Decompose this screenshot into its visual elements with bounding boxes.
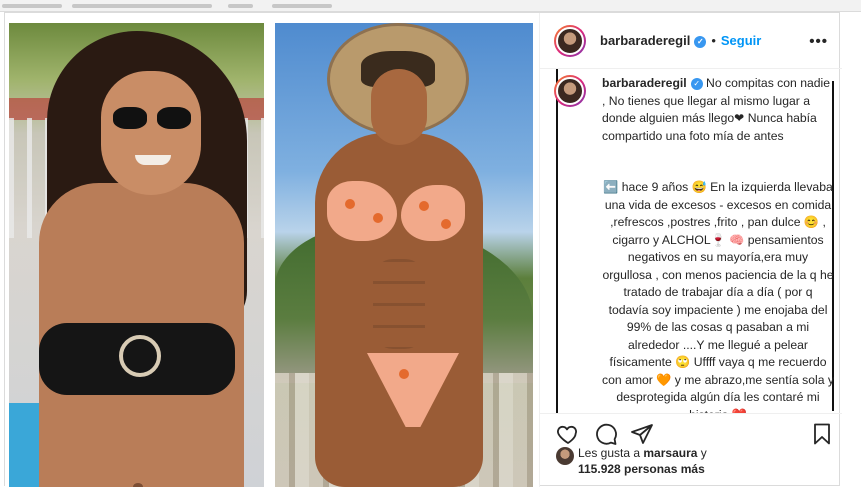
caption-paragraph-2: ⬅️ hace 9 años 😅 En la izquierda llevaba… (602, 180, 834, 413)
comments-area[interactable]: barbaraderegil ✓ No compitas con nadie , … (540, 69, 842, 413)
username[interactable]: barbaraderegil ✓ (600, 33, 707, 48)
comment-icon[interactable] (594, 422, 618, 446)
follow-button[interactable]: Seguir (721, 33, 761, 48)
after-photo (275, 23, 533, 487)
instagram-post: barbaraderegil ✓ • Seguir ••• barbaradere… (4, 12, 842, 487)
avatar[interactable] (556, 447, 574, 465)
liker-username[interactable]: marsaura (643, 446, 697, 460)
verified-badge-icon: ✓ (690, 78, 703, 90)
separator-dot: • (711, 33, 716, 48)
more-options-icon[interactable]: ••• (809, 33, 828, 50)
browser-top-strip (0, 0, 861, 12)
likes-count[interactable]: 115.928 personas más (578, 462, 705, 476)
likes-text[interactable]: Les gusta a marsaura y 115.928 personas … (578, 445, 828, 477)
before-photo (9, 23, 264, 487)
caption-text: barbaraderegil ✓ No compitas con nadie , … (602, 75, 834, 413)
post-header: barbaraderegil ✓ • Seguir ••• (540, 13, 842, 69)
post-media[interactable] (5, 13, 539, 487)
selection-edge-left (556, 69, 558, 413)
avatar[interactable] (554, 75, 586, 107)
post-side-panel: barbaraderegil ✓ • Seguir ••• barbaradere… (539, 13, 842, 487)
bookmark-icon[interactable] (810, 422, 834, 446)
avatar[interactable] (554, 24, 586, 57)
caption-username[interactable]: barbaraderegil (602, 76, 687, 90)
paper-plane-icon[interactable] (630, 422, 654, 446)
heart-icon[interactable] (556, 422, 580, 446)
verified-badge-icon: ✓ (694, 36, 707, 48)
